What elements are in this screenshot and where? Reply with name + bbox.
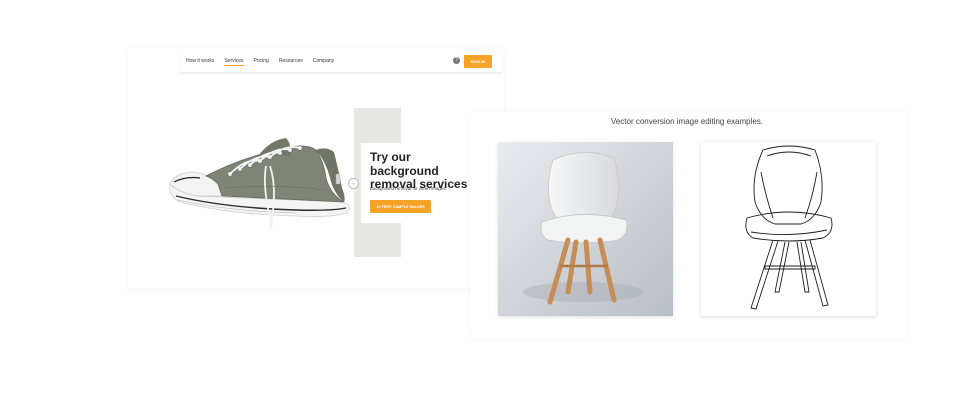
nav-link-resources[interactable]: Resources [279, 58, 303, 66]
nav-link-company[interactable]: Company [313, 58, 334, 66]
nav-links: How it works Services Pricing Resources … [186, 58, 334, 66]
free-samples-button[interactable]: 10 FREE SAMPLE IMAGES [370, 200, 431, 213]
nav-link-how-it-works[interactable]: How it works [186, 58, 214, 66]
question-icon[interactable]: ? [453, 57, 460, 64]
chair-photo [498, 142, 673, 316]
nav-link-services[interactable]: Services [224, 58, 244, 66]
hero-callout: Try our background removal services Back… [361, 143, 473, 223]
website-mockup: How it works Services Pricing Resources … [128, 48, 504, 288]
compare-arrows-icon[interactable]: ‹› [348, 178, 359, 189]
examples-panel: Vector conversion image editing examples… [471, 112, 906, 338]
sneaker-image [169, 138, 350, 231]
hero-subtitle: Background removal for clean images. [370, 186, 447, 191]
examples-caption: Vector conversion image editing examples… [610, 117, 764, 126]
chair-vector-drawing [701, 142, 876, 316]
sign-in-button[interactable]: SIGN IN [464, 55, 492, 68]
nav-link-pricing[interactable]: Pricing [254, 58, 269, 66]
top-navigation: How it works Services Pricing Resources … [180, 50, 502, 73]
